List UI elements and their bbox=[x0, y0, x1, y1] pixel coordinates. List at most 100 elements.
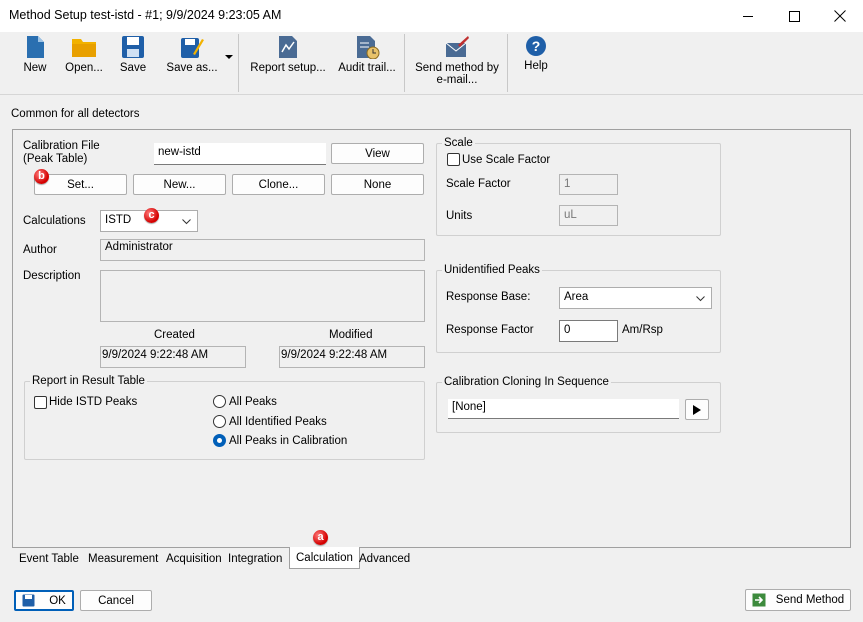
response-base-value: Area bbox=[564, 291, 589, 303]
calculations-value: ISTD bbox=[105, 214, 132, 226]
modified-field: 9/9/2024 9:22:48 AM bbox=[279, 346, 425, 368]
send-by-email-button[interactable]: Send method by e-mail... bbox=[413, 35, 501, 86]
radio-all-identified-peaks[interactable] bbox=[213, 415, 226, 428]
response-factor-label: Response Factor bbox=[446, 324, 534, 336]
send-method-button[interactable]: Send Method bbox=[745, 589, 851, 611]
svg-text:?: ? bbox=[532, 38, 541, 54]
cloning-group-title: Calibration Cloning In Sequence bbox=[442, 376, 611, 388]
all-peaks-label: All Peaks bbox=[229, 396, 277, 408]
toolbar-separator bbox=[507, 34, 508, 92]
units-label: Units bbox=[446, 210, 473, 222]
marker-a: a bbox=[313, 530, 328, 545]
tab-calculation[interactable]: Calculation bbox=[289, 547, 360, 569]
cloning-play-button[interactable] bbox=[685, 399, 709, 420]
new-label: New bbox=[23, 62, 47, 74]
report-setup-label: Report setup... bbox=[250, 62, 326, 74]
hide-istd-label: Hide ISTD Peaks bbox=[49, 396, 138, 408]
created-field: 9/9/2024 9:22:48 AM bbox=[100, 346, 246, 368]
response-factor-unit: Am/Rsp bbox=[622, 324, 663, 336]
use-scale-factor-label: Use Scale Factor bbox=[462, 154, 551, 166]
save-dropdown-arrow[interactable] bbox=[223, 54, 235, 63]
tab-acquisition[interactable]: Acquisition bbox=[160, 549, 228, 569]
calibration-file-field[interactable]: new-istd bbox=[154, 143, 326, 165]
units-field: uL bbox=[559, 205, 618, 226]
folder-icon bbox=[72, 39, 96, 57]
save-as-icon bbox=[181, 38, 204, 58]
toolbar-separator bbox=[238, 34, 239, 92]
report-group-title: Report in Result Table bbox=[30, 375, 147, 387]
minimize-icon[interactable] bbox=[725, 0, 771, 32]
scale-factor-label: Scale Factor bbox=[446, 178, 511, 190]
report-setup-button[interactable]: Report setup... bbox=[249, 35, 327, 74]
tab-measurement[interactable]: Measurement bbox=[82, 549, 164, 569]
scale-group-title: Scale bbox=[442, 137, 475, 149]
calibration-file-label: Calibration File (Peak Table) bbox=[23, 140, 100, 166]
toolbar: New Open... Save Save as... Report setup… bbox=[0, 32, 863, 95]
all-identified-peaks-label: All Identified Peaks bbox=[229, 416, 327, 428]
scale-factor-field: 1 bbox=[559, 174, 618, 195]
cancel-button[interactable]: Cancel bbox=[80, 590, 152, 611]
help-button[interactable]: ? Help bbox=[519, 35, 553, 72]
marker-b: b bbox=[34, 169, 49, 184]
new-document-icon bbox=[27, 36, 44, 58]
help-label: Help bbox=[524, 60, 548, 72]
view-button[interactable]: View bbox=[331, 143, 424, 164]
maximize-icon[interactable] bbox=[771, 0, 817, 32]
tab-integration[interactable]: Integration bbox=[222, 549, 288, 569]
author-label: Author bbox=[23, 244, 57, 256]
close-icon[interactable] bbox=[817, 0, 863, 32]
response-factor-field[interactable]: 0 bbox=[559, 320, 618, 342]
report-icon bbox=[279, 36, 297, 58]
help-icon: ? bbox=[526, 36, 546, 56]
chevron-down-icon bbox=[182, 219, 191, 225]
audit-trail-label: Audit trail... bbox=[338, 62, 396, 74]
clone-button[interactable]: Clone... bbox=[232, 174, 325, 195]
radio-all-peaks-in-calibration[interactable] bbox=[213, 434, 226, 447]
response-base-select[interactable]: Area bbox=[559, 287, 712, 309]
description-field bbox=[100, 270, 425, 322]
toolbar-separator bbox=[404, 34, 405, 92]
ok-label: OK bbox=[49, 594, 66, 607]
all-peaks-in-calibration-label: All Peaks in Calibration bbox=[229, 435, 348, 447]
save-button[interactable]: Save bbox=[116, 35, 150, 74]
send-method-label: Send Method bbox=[775, 594, 845, 606]
description-label: Description bbox=[23, 270, 81, 282]
author-field: Administrator bbox=[100, 239, 425, 261]
open-label: Open... bbox=[65, 62, 103, 74]
open-button[interactable]: Open... bbox=[62, 35, 106, 74]
use-scale-factor-checkbox[interactable] bbox=[447, 153, 460, 166]
tab-advanced[interactable]: Advanced bbox=[353, 549, 416, 569]
save-label: Save bbox=[119, 62, 147, 74]
hide-istd-checkbox[interactable] bbox=[34, 396, 47, 409]
floppy-save-icon bbox=[122, 36, 144, 58]
save-as-label: Save as... bbox=[166, 62, 218, 74]
marker-c: c bbox=[144, 208, 159, 223]
ok-button[interactable]: OK bbox=[14, 590, 74, 611]
cloning-field[interactable]: [None] bbox=[448, 399, 679, 419]
unidentified-peaks-title: Unidentified Peaks bbox=[442, 264, 542, 276]
window-title: Method Setup test-istd - #1; 9/9/2024 9:… bbox=[9, 8, 282, 22]
response-base-label: Response Base: bbox=[446, 291, 531, 303]
new-button[interactable]: New bbox=[18, 35, 52, 74]
new-calibration-button[interactable]: New... bbox=[133, 174, 226, 195]
calculations-label: Calculations bbox=[23, 215, 86, 227]
send-arrow-icon bbox=[752, 593, 766, 607]
title-bar: Method Setup test-istd - #1; 9/9/2024 9:… bbox=[0, 0, 863, 32]
created-label: Created bbox=[154, 329, 195, 341]
calibration-label-line2: (Peak Table) bbox=[23, 153, 88, 165]
tab-event-table[interactable]: Event Table bbox=[13, 549, 85, 569]
section-header: Common for all detectors bbox=[11, 108, 140, 120]
save-as-button[interactable]: Save as... bbox=[163, 35, 221, 74]
send-email-label-2: e-mail... bbox=[436, 74, 478, 86]
modified-label: Modified bbox=[329, 329, 373, 341]
audit-trail-icon bbox=[357, 36, 380, 59]
email-icon bbox=[445, 36, 469, 57]
radio-all-peaks[interactable] bbox=[213, 395, 226, 408]
calibration-label-line1: Calibration File bbox=[23, 140, 100, 152]
audit-trail-button[interactable]: Audit trail... bbox=[337, 35, 397, 74]
none-button[interactable]: None bbox=[331, 174, 424, 195]
send-email-label-1: Send method by bbox=[415, 62, 499, 74]
floppy-save-icon bbox=[22, 594, 35, 607]
chevron-down-icon bbox=[696, 296, 705, 302]
play-arrow-icon bbox=[693, 404, 701, 415]
